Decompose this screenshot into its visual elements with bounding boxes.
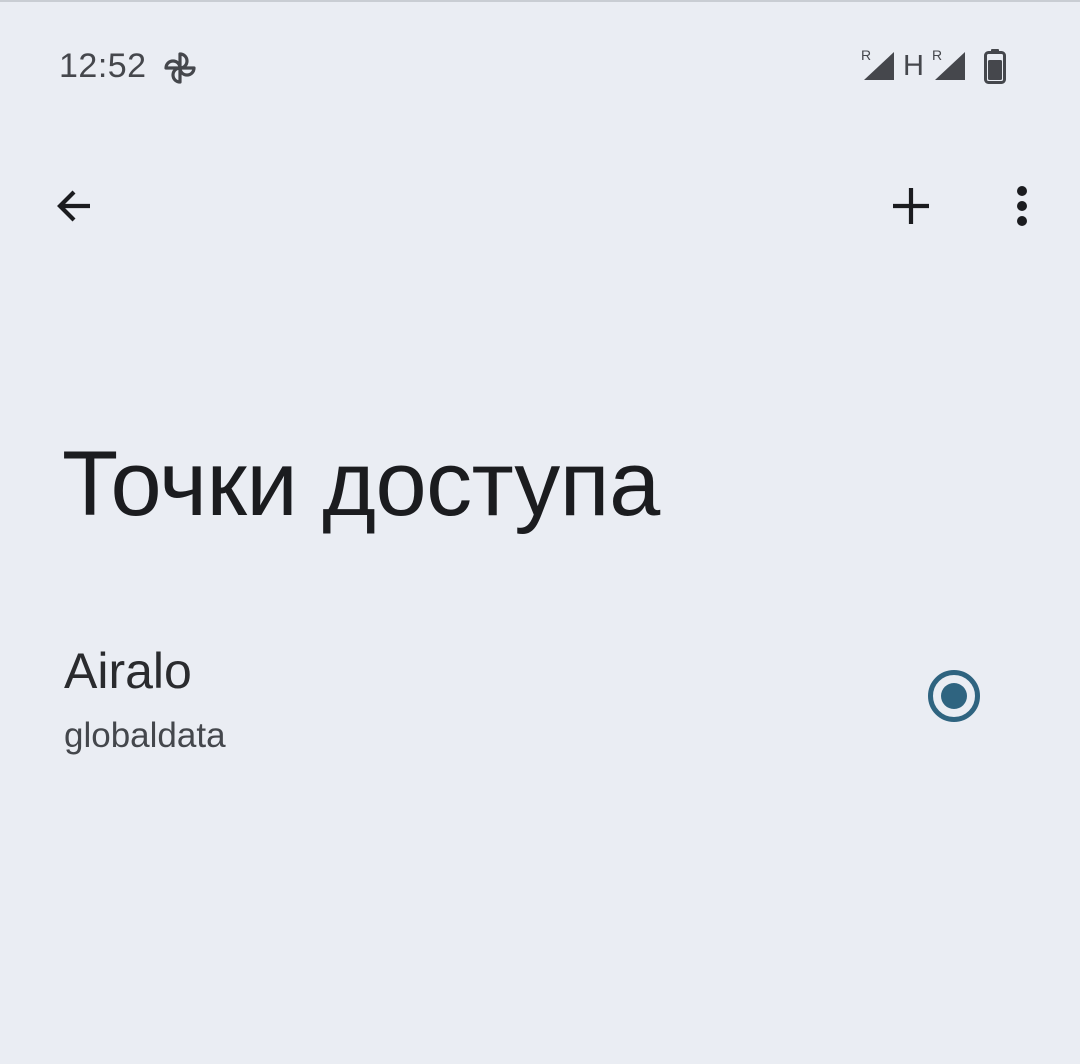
- add-apn-button[interactable]: [881, 176, 941, 236]
- svg-text:R: R: [932, 47, 942, 63]
- signal-roaming-icon: R: [861, 47, 894, 80]
- more-options-button[interactable]: [992, 176, 1052, 236]
- back-button[interactable]: [44, 176, 104, 236]
- pinwheel-icon: [164, 52, 196, 84]
- status-bar: 12:52 R H R: [0, 0, 1080, 130]
- svg-text:R: R: [861, 47, 871, 63]
- page-title: Точки доступа: [62, 433, 660, 535]
- apn-name: Airalo: [64, 643, 192, 699]
- arrow-back-icon: [57, 190, 90, 222]
- battery-icon: [984, 49, 1006, 84]
- signal-roaming-icon: R: [932, 47, 965, 80]
- apn-list-item[interactable]: Airalo globaldata: [0, 620, 1080, 780]
- add-icon: [893, 188, 929, 224]
- network-type-label: H: [903, 50, 924, 82]
- apn-value: globaldata: [64, 716, 226, 755]
- more-vert-icon: [1017, 186, 1027, 226]
- apn-radio-button[interactable]: [926, 668, 982, 724]
- status-time: 12:52: [59, 47, 147, 85]
